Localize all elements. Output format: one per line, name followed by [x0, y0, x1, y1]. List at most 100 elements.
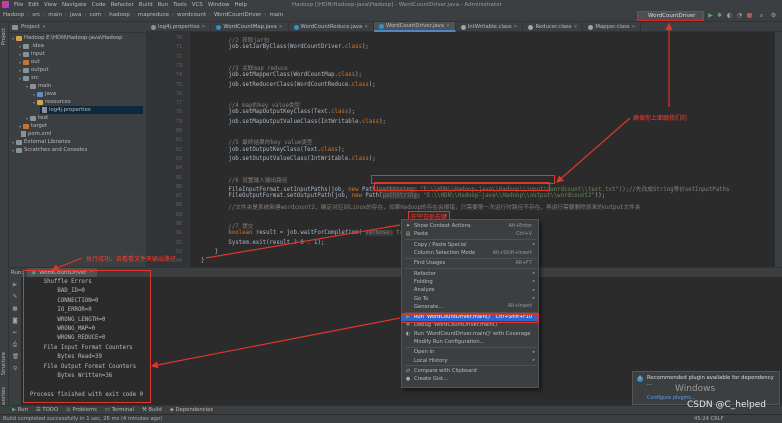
menu-edit[interactable]: Edit [28, 2, 39, 8]
rerun-icon[interactable]: ▶ [12, 282, 18, 288]
expand-arrow-icon[interactable]: ▾ [19, 52, 21, 57]
settings-icon[interactable]: ⚙ [770, 12, 777, 19]
project-tree-item[interactable]: ▾ out [19, 58, 143, 66]
editor-tab[interactable]: log4j.properties ✕ [146, 22, 212, 32]
project-tree-item[interactable]: ▾ output [19, 66, 143, 74]
close-icon[interactable]: ✕ [364, 25, 368, 30]
structure-tool-button[interactable]: Structure [1, 352, 7, 375]
print-icon[interactable]: ⎙ [12, 342, 18, 348]
context-menu-item[interactable]: Refactor ▸ [402, 270, 538, 278]
stop-icon[interactable]: ■ [746, 12, 753, 19]
coverage-icon[interactable]: ◐ [726, 12, 733, 19]
pin-icon[interactable]: ⚲ [12, 366, 18, 372]
project-tree-item[interactable]: pom.xml [19, 130, 143, 138]
close-icon[interactable]: ✕ [574, 25, 578, 30]
project-tree-item[interactable]: ▾ test [26, 114, 143, 122]
context-menu-item[interactable]: Column Selection Mode Alt+Shift+Insert [402, 249, 538, 257]
expand-arrow-icon[interactable]: ▾ [12, 36, 14, 41]
expand-arrow-icon[interactable]: ▾ [19, 76, 21, 81]
dependencies-tool-button[interactable]: ◈ Dependencies [170, 407, 213, 413]
close-icon[interactable]: ✕ [446, 24, 450, 29]
expand-arrow-icon[interactable]: ▾ [33, 100, 35, 105]
project-tree-item[interactable]: ▾ Scratches and Consoles [12, 146, 143, 154]
project-tree-item[interactable]: ▾ Hadoop E:\HDN\Hadoop-java\Hadoop [12, 34, 143, 42]
project-tree-item[interactable]: ▾ java [33, 90, 143, 98]
close-icon[interactable]: ✕ [514, 25, 518, 30]
delete-icon[interactable]: 🗑 [12, 354, 19, 360]
context-menu-item[interactable]: ✦ Show Context Actions Alt+Enter [402, 222, 538, 230]
chevron-down-icon[interactable]: ▾ [43, 25, 45, 30]
context-menu-item[interactable]: ● Create Gist... [402, 375, 538, 383]
debug-icon[interactable]: ✱ [716, 12, 723, 19]
expand-arrow-icon[interactable]: ▾ [12, 140, 14, 145]
menu-code[interactable]: Code [92, 2, 106, 8]
editor-tab[interactable]: WordCountDriver.java ✕ [374, 22, 456, 32]
menu-run[interactable]: Run [158, 2, 169, 8]
search-icon[interactable]: ⌕ [758, 12, 765, 19]
run-icon[interactable]: ▶ [707, 12, 714, 19]
project-tree-item[interactable]: ▾ resources [33, 98, 143, 106]
editor-tab[interactable]: IntWritable.class ✕ [456, 22, 524, 32]
context-menu-item[interactable]: Folding ▸ [402, 278, 538, 286]
expand-arrow-icon[interactable]: ▾ [26, 116, 28, 121]
breadcrumb-item[interactable]: main [48, 12, 62, 18]
breadcrumb-item[interactable]: Hadoop [3, 12, 24, 18]
breadcrumb-item[interactable]: wordcount [177, 12, 206, 18]
context-menu-item[interactable]: Open In ▸ [402, 348, 538, 356]
menu-refactor[interactable]: Refactor [111, 2, 134, 8]
expand-arrow-icon[interactable]: ▾ [26, 84, 28, 89]
caret-position[interactable]: 45:24 CRLF [694, 416, 724, 422]
close-icon[interactable]: ✕ [632, 25, 636, 30]
close-icon[interactable]: ✕ [279, 25, 283, 30]
context-menu-item[interactable]: Local History ▸ [402, 357, 538, 365]
project-tree-item[interactable]: ▾ target [19, 122, 143, 130]
stop-icon[interactable]: ■ [12, 306, 18, 312]
project-tree-item[interactable]: ▾ src [19, 74, 143, 82]
run-tool-button[interactable]: ▶ Run [12, 407, 28, 413]
run-configuration-select[interactable]: WordCountDriver [637, 11, 704, 21]
todo-tool-button[interactable]: ☰ TODO [36, 407, 58, 413]
editor-tab[interactable]: Reducer.class ✕ [523, 22, 584, 32]
editor-tab[interactable]: WordCountReduce.java ✕ [289, 22, 375, 32]
context-menu-item[interactable]: Generate... Alt+Insert [402, 303, 538, 311]
build-tool-button[interactable]: ⚒ Build [142, 407, 162, 413]
context-menu-item[interactable]: Find Usages Alt+F7 [402, 259, 538, 267]
breadcrumb-item[interactable]: hadoop [109, 12, 130, 18]
project-panel-title[interactable]: Project [21, 24, 40, 30]
context-menu-item[interactable]: ⇄ Compare with Clipboard [402, 367, 538, 375]
profile-icon[interactable]: ◔ [736, 12, 743, 19]
project-tool-button[interactable]: Project [1, 28, 7, 45]
menu-file[interactable]: File [14, 2, 23, 8]
project-tree-item[interactable]: ▾ .idea [19, 42, 143, 50]
context-menu-item[interactable]: Copy / Paste Special ▸ [402, 241, 538, 249]
expand-arrow-icon[interactable]: ▾ [19, 68, 21, 73]
menu-help[interactable]: Help [235, 2, 248, 8]
terminal-tool-button[interactable]: ▭ Terminal [105, 407, 134, 413]
context-menu-item[interactable]: Analyze ▸ [402, 286, 538, 294]
problems-tool-button[interactable]: ⚠ Problems [66, 407, 97, 413]
project-tree-item[interactable]: ▾ External Libraries [12, 138, 143, 146]
menu-build[interactable]: Build [139, 2, 153, 8]
menu-window[interactable]: Window [208, 2, 230, 8]
project-tree-item[interactable]: ▾ input [19, 50, 143, 58]
context-menu-item[interactable]: Go To ▸ [402, 294, 538, 302]
breadcrumb-item[interactable]: mapreduce [138, 12, 169, 18]
expand-arrow-icon[interactable]: ▾ [19, 124, 21, 129]
menu-vcs[interactable]: VCS [192, 2, 203, 8]
breadcrumb-item[interactable]: main [269, 12, 283, 18]
expand-arrow-icon[interactable]: ▾ [12, 148, 14, 153]
expand-arrow-icon[interactable]: ▾ [19, 60, 21, 65]
project-tree-item[interactable]: ▾ main [26, 82, 143, 90]
menu-navigate[interactable]: Navigate [62, 2, 87, 8]
editor-tab[interactable]: WordCountMap.java ✕ [211, 22, 289, 32]
breadcrumb-item[interactable]: com [90, 12, 102, 18]
breadcrumb-item[interactable]: src [32, 12, 40, 18]
context-menu-item[interactable]: ▤ Paste Ctrl+V [402, 230, 538, 238]
wrench-icon[interactable]: ✎ [12, 294, 18, 300]
editor-tab[interactable]: Mapper.class ✕ [583, 22, 642, 32]
context-menu-item[interactable]: Modify Run Configuration... [402, 338, 538, 346]
camera-icon[interactable]: ◙ [12, 318, 18, 324]
close-icon[interactable]: ✕ [202, 25, 206, 30]
breadcrumb-item[interactable]: WordCountDriver [214, 12, 261, 18]
expand-arrow-icon[interactable]: ▾ [19, 44, 21, 49]
